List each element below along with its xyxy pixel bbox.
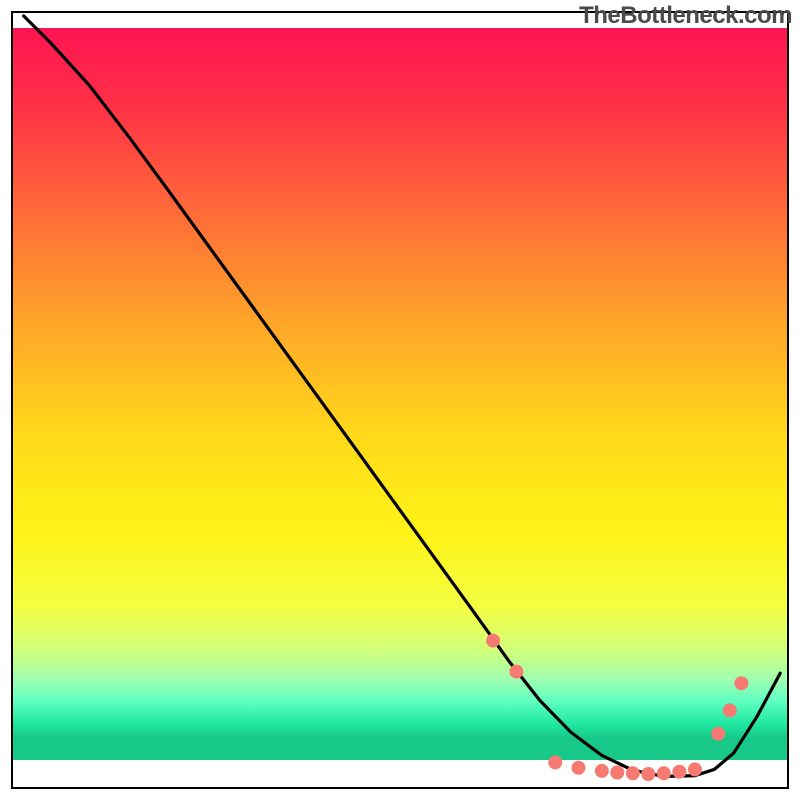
- marker-dot: [610, 766, 624, 780]
- marker-dot: [626, 766, 640, 780]
- marker-dot: [548, 755, 562, 769]
- marker-dot: [486, 634, 500, 648]
- marker-dot: [595, 764, 609, 778]
- marker-dot: [641, 767, 655, 781]
- marker-dot: [711, 727, 725, 741]
- marker-dot: [688, 762, 702, 776]
- marker-dot: [657, 766, 671, 780]
- watermark-text: TheBottleneck.com: [579, 2, 792, 30]
- marker-dot: [734, 676, 748, 690]
- marker-dot: [672, 765, 686, 779]
- marker-dot: [572, 761, 586, 775]
- chart-root: TheBottleneck.com: [0, 0, 800, 800]
- white-bottom-strip: [12, 760, 788, 788]
- bottleneck-chart: [0, 0, 800, 800]
- marker-dot: [723, 703, 737, 717]
- marker-dot: [509, 665, 523, 679]
- gradient-background: [12, 28, 788, 768]
